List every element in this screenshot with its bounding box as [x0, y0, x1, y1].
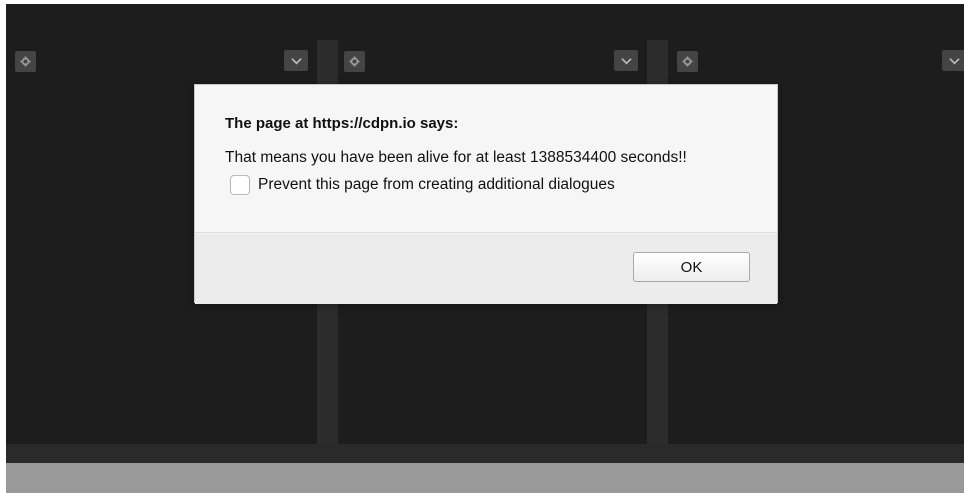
gear-icon	[682, 56, 693, 67]
chevron-down-icon	[948, 57, 960, 64]
ok-button[interactable]: OK	[633, 252, 750, 282]
prevent-dialogs-option[interactable]: Prevent this page from creating addition…	[230, 175, 615, 195]
pane-1-settings-button[interactable]	[15, 51, 36, 72]
dialog-message: That means you have been alive for at le…	[225, 149, 687, 166]
app-window: The page at https://cdpn.io says: That m…	[0, 0, 964, 493]
gear-icon	[349, 56, 360, 67]
pane-2-menu-button[interactable]	[614, 50, 638, 71]
pane-1-menu-button[interactable]	[284, 50, 308, 71]
pane-3-settings-button[interactable]	[677, 51, 698, 72]
prevent-dialogs-label[interactable]: Prevent this page from creating addition…	[258, 176, 615, 194]
chevron-down-icon	[620, 57, 632, 64]
prevent-dialogs-checkbox[interactable]	[230, 175, 250, 195]
dialog-title: The page at https://cdpn.io says:	[225, 115, 459, 132]
editor-bottom-bar	[6, 444, 964, 463]
pane-2-settings-button[interactable]	[344, 51, 365, 72]
chevron-down-icon	[290, 57, 302, 64]
gear-icon	[20, 56, 31, 67]
pane-3-menu-button[interactable]	[942, 50, 964, 71]
alert-dialog: The page at https://cdpn.io says: That m…	[194, 84, 778, 304]
footer-bar	[6, 463, 964, 493]
